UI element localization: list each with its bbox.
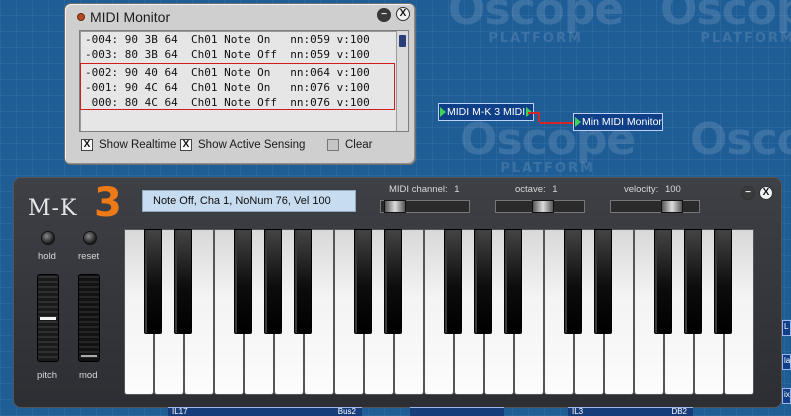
show-realtime-checkbox[interactable]: X	[81, 139, 93, 151]
watermark-main: Oscope	[690, 114, 791, 165]
log-scrollbar[interactable]	[396, 31, 408, 131]
oscope-watermark: Oscope	[690, 118, 791, 162]
reset-knob[interactable]	[83, 231, 97, 245]
close-button[interactable]: X	[759, 186, 773, 200]
bottom-module-strip[interactable]: IL17 Bus2	[168, 407, 362, 416]
close-button[interactable]: X	[396, 7, 410, 21]
hold-label: hold	[38, 251, 56, 262]
black-key[interactable]	[564, 229, 582, 334]
mk3-midi-module[interactable]: MIDI M-K 3 MIDI	[438, 103, 534, 121]
status-led-icon	[77, 13, 85, 21]
midi-channel-slider[interactable]	[380, 200, 470, 213]
slider-thumb[interactable]	[661, 200, 683, 213]
event-display: Note Off, Cha 1, NoNum 76, Vel 100	[142, 190, 356, 212]
right-edge-module[interactable]: L	[782, 320, 791, 336]
black-key[interactable]	[174, 229, 192, 334]
black-key[interactable]	[144, 229, 162, 334]
midi-monitor-module[interactable]: Min MIDI Monitor	[573, 113, 663, 131]
hold-knob[interactable]	[41, 231, 55, 245]
watermark-sub: PLATFORM	[500, 161, 595, 176]
velocity-label: velocity: 100	[624, 184, 681, 195]
piano-keyboard[interactable]	[124, 229, 772, 395]
minimize-button[interactable]: −	[377, 8, 391, 22]
wheel-marker	[40, 317, 56, 320]
pitch-wheel[interactable]	[37, 274, 59, 362]
mod-label: mod	[79, 370, 98, 381]
show-active-sensing-label: Show Active Sensing	[198, 139, 306, 151]
reset-label: reset	[78, 251, 100, 262]
clear-label: Clear	[345, 139, 373, 151]
selection-highlight	[80, 63, 395, 110]
mod-wheel[interactable]	[78, 274, 100, 362]
right-edge-module[interactable]: ix	[782, 388, 791, 404]
black-key[interactable]	[444, 229, 462, 334]
midi-cable	[540, 122, 574, 124]
clear-checkbox[interactable]	[327, 139, 339, 151]
bottom-module-strip[interactable]: IL3 DB2	[568, 407, 693, 416]
window-title: MIDI Monitor	[90, 9, 171, 25]
scrollbar-thumb[interactable]	[399, 35, 406, 47]
logo-number: 3	[94, 180, 122, 226]
watermark-main: Oscope	[448, 0, 624, 35]
module-label: Min MIDI Monitor	[582, 116, 662, 128]
slider-thumb[interactable]	[532, 200, 554, 213]
black-key[interactable]	[474, 229, 492, 334]
minimize-button[interactable]: −	[741, 186, 755, 200]
watermark-main: Oscope	[660, 0, 791, 35]
velocity-slider[interactable]	[610, 200, 700, 213]
logo-text: M-K	[28, 196, 78, 221]
right-edge-module[interactable]: lai	[782, 354, 791, 370]
midi-channel-label: MIDI channel: 1	[389, 184, 460, 195]
log-row: -003: 80 3B 64 Ch01 Note Off nn:059 v:10…	[85, 48, 370, 61]
show-realtime-label: Show Realtime	[99, 139, 177, 151]
log-row: -004: 90 3B 64 Ch01 Note On nn:059 v:100	[85, 33, 370, 46]
bottom-module-strip[interactable]	[410, 407, 504, 416]
oscope-watermark: Oscope PLATFORM	[660, 0, 791, 45]
black-key[interactable]	[234, 229, 252, 334]
black-key[interactable]	[384, 229, 402, 334]
watermark-sub: PLATFORM	[488, 31, 583, 46]
input-port-icon[interactable]	[575, 117, 581, 127]
octave-slider[interactable]	[495, 200, 585, 213]
black-key[interactable]	[654, 229, 672, 334]
oscope-watermark: Oscope PLATFORM	[448, 0, 624, 46]
midi-monitor-titlebar[interactable]: MIDI Monitor − X	[65, 4, 415, 30]
mk3-keyboard-panel[interactable]: M-K 3 Note Off, Cha 1, NoNum 76, Vel 100…	[13, 177, 782, 408]
midi-cable	[528, 112, 540, 122]
midi-log[interactable]: -004: 90 3B 64 Ch01 Note On nn:059 v:100…	[79, 30, 409, 132]
black-key[interactable]	[294, 229, 312, 334]
black-key[interactable]	[504, 229, 522, 334]
black-key[interactable]	[264, 229, 282, 334]
pitch-label: pitch	[37, 370, 58, 381]
module-label: MIDI M-K 3 MIDI	[447, 106, 526, 118]
black-key[interactable]	[684, 229, 702, 334]
watermark-sub: PLATFORM	[700, 31, 791, 46]
black-key[interactable]	[354, 229, 372, 334]
black-key[interactable]	[714, 229, 732, 334]
midi-monitor-window[interactable]: MIDI Monitor − X -004: 90 3B 64 Ch01 Not…	[64, 3, 416, 165]
wheel-marker	[81, 355, 97, 357]
slider-thumb[interactable]	[384, 200, 406, 213]
input-port-icon[interactable]	[440, 107, 446, 117]
black-key[interactable]	[594, 229, 612, 334]
show-active-sensing-checkbox[interactable]: X	[180, 139, 192, 151]
octave-label: octave: 1	[515, 184, 558, 195]
